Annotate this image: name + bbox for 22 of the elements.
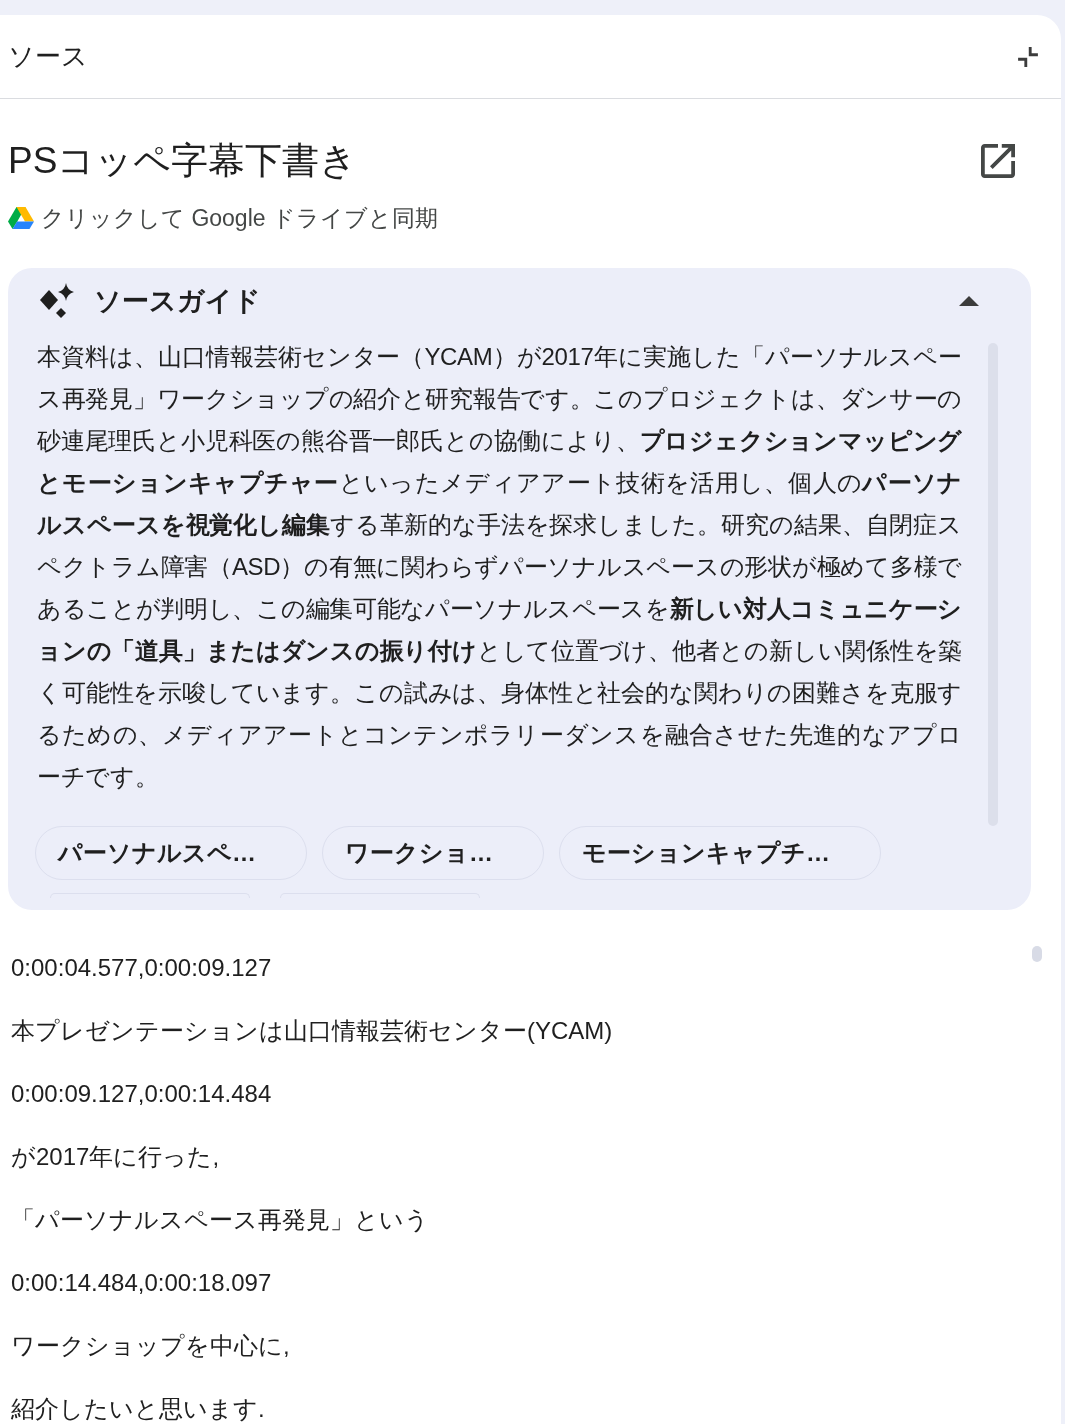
- transcript-line: 紹介したいと思います.: [11, 1394, 266, 1424]
- transcript-line: 「パーソナルスペース再発見」という: [11, 1205, 430, 1235]
- panel-title: ソース: [8, 40, 88, 73]
- summary-text: 本資料は、山口情報芸術センター（YCAM）が2017年に実施した「パーソナルスペース再発見」ワークショップの紹介と研究報告です。このプロジェクトは、ダンサーの砂連尾理氏と小児科医の熊谷晋一郎氏との協働により、プロジェクションマッピングとモーションキャプチャーといったメディアアート技術を活用し、個人のパーソナルスペースを視覚化し編集する革新的な手法を探求しました。研究の結果、自閉症スペクトラム障害（ASD）の有無に関わらずパーソナルスペースの形状が極めて多様であることが判明し、この編集可能なパーソナルスペースを新しい対人コミュニケーションの「道具」またはダンスの振り付けとして位置づけ、他者との新しい関係性を築く可能性を示唆しています。この試みは、身体性と社会的な関わりの困難さを克服するための、メディアアートとコンテンポラリーダンスを融合させた先進的なアプローチです。: [37, 342, 962, 792]
- drive-icon: [8, 207, 34, 229]
- collapse-icon[interactable]: [1017, 45, 1039, 68]
- source-guide-title: ソースガイド: [94, 285, 262, 318]
- transcript-line: 本プレゼンテーションは山口情報芸術センター(YCAM): [11, 1016, 613, 1046]
- transcript-line: ワークショップを中心に,: [11, 1331, 291, 1361]
- scrollbar[interactable]: [1032, 946, 1042, 962]
- transcript-line: 0:00:14.484,0:00:18.097: [11, 1268, 273, 1298]
- transcript-line: 0:00:04.577,0:00:09.127: [11, 953, 273, 983]
- sync-link[interactable]: クリックして Google ドライブと同期: [41, 202, 438, 234]
- transcript-line: 0:00:09.127,0:00:14.484: [11, 1079, 273, 1109]
- source-title: PSコッペ字幕下書き: [8, 139, 358, 183]
- caret-icon[interactable]: [959, 296, 979, 306]
- sparkle-icon: [38, 283, 76, 319]
- transcript-line: が2017年に行った,: [11, 1142, 221, 1172]
- topic-chip[interactable]: ワークショ…: [322, 826, 544, 880]
- topic-chip[interactable]: パーソナルスペ…: [35, 826, 307, 880]
- open-in-new-icon[interactable]: [981, 144, 1015, 178]
- topic-chip[interactable]: モーションキャプチ…: [559, 826, 881, 880]
